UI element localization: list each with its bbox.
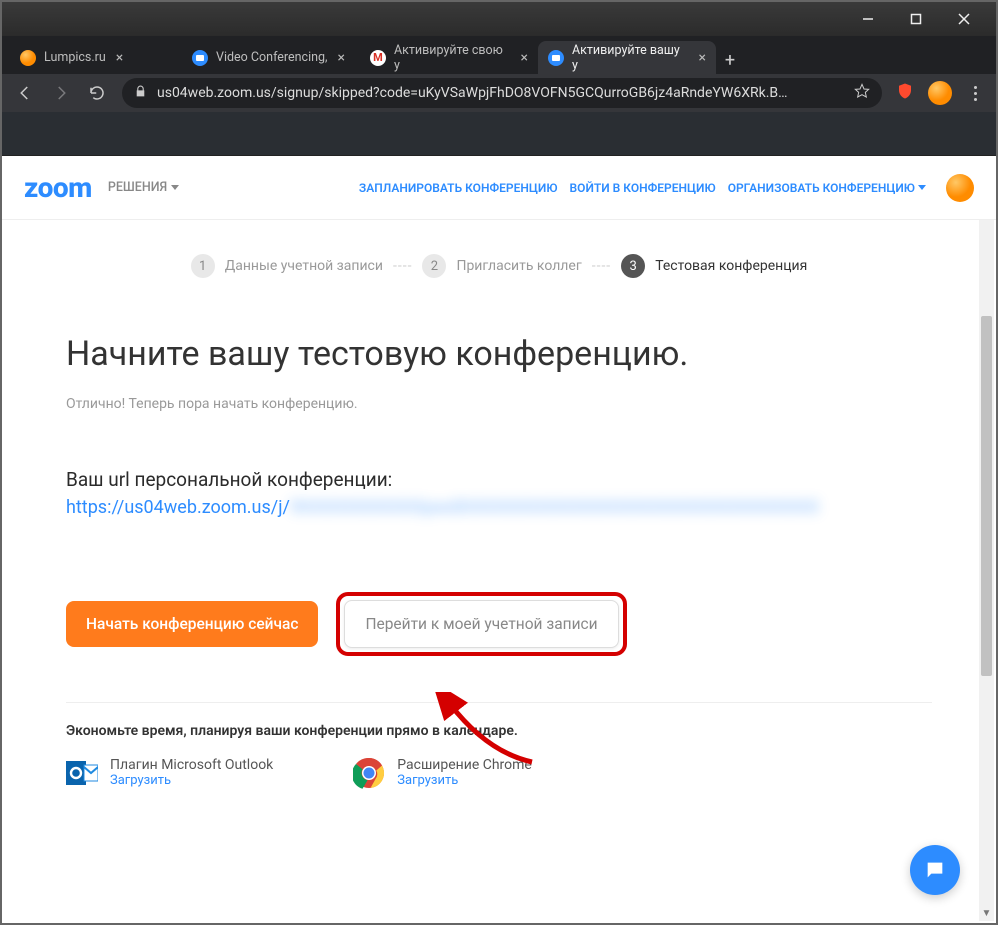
extension-shield-icon[interactable] <box>896 82 914 104</box>
start-meeting-button[interactable]: Начать конференцию сейчас <box>66 601 318 647</box>
browser-tabstrip: Lumpics.ru × Video Conferencing, × Актив… <box>2 36 996 74</box>
personal-url-hidden: 9XXXXXXXXXXXpwdXXXXXXXXXXXXXXXXXXXXXXXXX… <box>290 497 819 518</box>
step-3: 3 Тестовая конференция <box>621 254 807 278</box>
tab-title: Активируйте вашу у <box>572 43 689 73</box>
tab-close-icon[interactable]: × <box>338 50 345 66</box>
plugin-download-link[interactable]: Загрузить <box>397 773 532 788</box>
forward-button[interactable] <box>50 82 72 104</box>
plugin-title: Плагин Microsoft Outlook <box>110 757 273 773</box>
divider <box>66 702 932 703</box>
plugin-title: Расширение Chrome <box>397 757 532 773</box>
maximize-button[interactable] <box>902 6 930 32</box>
nav-host-meeting[interactable]: ОРГАНИЗОВАТЬ КОНФЕРЕНЦИЮ <box>728 181 926 195</box>
nav-schedule-meeting[interactable]: ЗАПЛАНИРОВАТЬ КОНФЕРЕНЦИЮ <box>359 181 558 195</box>
favicon-icon <box>548 50 564 66</box>
page-subtitle: Отлично! Теперь пора начать конференцию. <box>66 396 932 412</box>
favicon-icon <box>192 50 208 66</box>
tab-title: Video Conferencing, <box>216 50 328 65</box>
tab-zoom-site[interactable]: Video Conferencing, × <box>182 41 360 74</box>
plugin-chrome: Расширение Chrome Загрузить <box>353 757 532 789</box>
go-to-account-button[interactable]: Перейти к моей учетной записи <box>344 600 618 648</box>
chat-icon <box>924 859 946 881</box>
personal-url-prefix: https://us04web.zoom.us/j/ <box>66 497 290 518</box>
nav-join-meeting[interactable]: ВОЙТИ В КОНФЕРЕНЦИЮ <box>570 181 716 195</box>
tab-title: Активируйте свою у <box>394 43 511 73</box>
tab-close-icon[interactable]: × <box>116 50 123 66</box>
page-heading: Начните вашу тестовую конференцию. <box>66 334 932 374</box>
step-label: Тестовая конференция <box>655 258 807 274</box>
chevron-down-icon <box>171 185 179 190</box>
step-number: 2 <box>422 254 446 278</box>
page-content: zoom РЕШЕНИЯ ЗАПЛАНИРОВАТЬ КОНФЕРЕНЦИЮ В… <box>2 156 996 923</box>
address-bar[interactable]: us04web.zoom.us/signup/skipped?code=uKyV… <box>122 78 882 108</box>
chat-fab[interactable] <box>910 845 960 895</box>
plugin-download-link[interactable]: Загрузить <box>110 773 273 788</box>
favicon-icon <box>370 50 386 66</box>
step-number: 1 <box>191 254 215 278</box>
tab-zoom-activate[interactable]: Активируйте вашу у × <box>538 41 716 74</box>
save-time-text: Экономьте время, планируя ваши конференц… <box>66 723 932 739</box>
new-tab-button[interactable]: + <box>716 46 744 74</box>
step-label: Пригласить коллег <box>456 258 581 274</box>
zoom-header: zoom РЕШЕНИЯ ЗАПЛАНИРОВАТЬ КОНФЕРЕНЦИЮ В… <box>2 156 996 220</box>
chevron-down-icon <box>918 185 926 190</box>
chrome-icon <box>353 757 385 789</box>
personal-url-label: Ваш url персональной конференции: <box>66 468 932 491</box>
step-separator: ---- <box>592 258 611 274</box>
minimize-button[interactable] <box>854 6 882 32</box>
reload-button[interactable] <box>86 82 108 104</box>
tab-close-icon[interactable]: × <box>521 50 528 66</box>
signup-steps: 1 Данные учетной записи ---- 2 Пригласит… <box>2 220 996 304</box>
step-separator: ---- <box>393 258 412 274</box>
window-titlebar <box>2 2 996 36</box>
browser-urlbar: us04web.zoom.us/signup/skipped?code=uKyV… <box>2 74 996 112</box>
lock-icon <box>134 85 147 102</box>
step-1: 1 Данные учетной записи <box>191 254 383 278</box>
back-button[interactable] <box>14 82 36 104</box>
url-text: us04web.zoom.us/signup/skipped?code=uKyV… <box>157 85 844 101</box>
zoom-logo[interactable]: zoom <box>24 171 92 204</box>
solutions-label: РЕШЕНИЯ <box>108 180 167 195</box>
tab-title: Lumpics.ru <box>44 50 106 65</box>
step-label: Данные учетной записи <box>225 258 383 274</box>
close-button[interactable] <box>950 6 978 32</box>
solutions-dropdown[interactable]: РЕШЕНИЯ <box>108 180 179 195</box>
bookmark-star-icon[interactable] <box>854 83 870 103</box>
profile-avatar[interactable] <box>928 81 952 105</box>
user-avatar[interactable] <box>946 174 974 202</box>
tab-lumpics[interactable]: Lumpics.ru × <box>10 41 182 74</box>
step-2: 2 Пригласить коллег <box>422 254 581 278</box>
tab-close-icon[interactable]: × <box>699 50 706 66</box>
highlighted-annotation: Перейти к моей учетной записи <box>336 592 626 656</box>
step-number: 3 <box>621 254 645 278</box>
page-dark-band <box>2 112 996 156</box>
personal-url[interactable]: https://us04web.zoom.us/j/9XXXXXXXXXXXpw… <box>66 497 932 518</box>
favicon-icon <box>20 50 36 66</box>
plugin-outlook: Плагин Microsoft Outlook Загрузить <box>66 757 273 789</box>
browser-menu-button[interactable] <box>966 84 984 102</box>
tab-gmail[interactable]: Активируйте свою у × <box>360 41 538 74</box>
outlook-icon <box>66 757 98 789</box>
